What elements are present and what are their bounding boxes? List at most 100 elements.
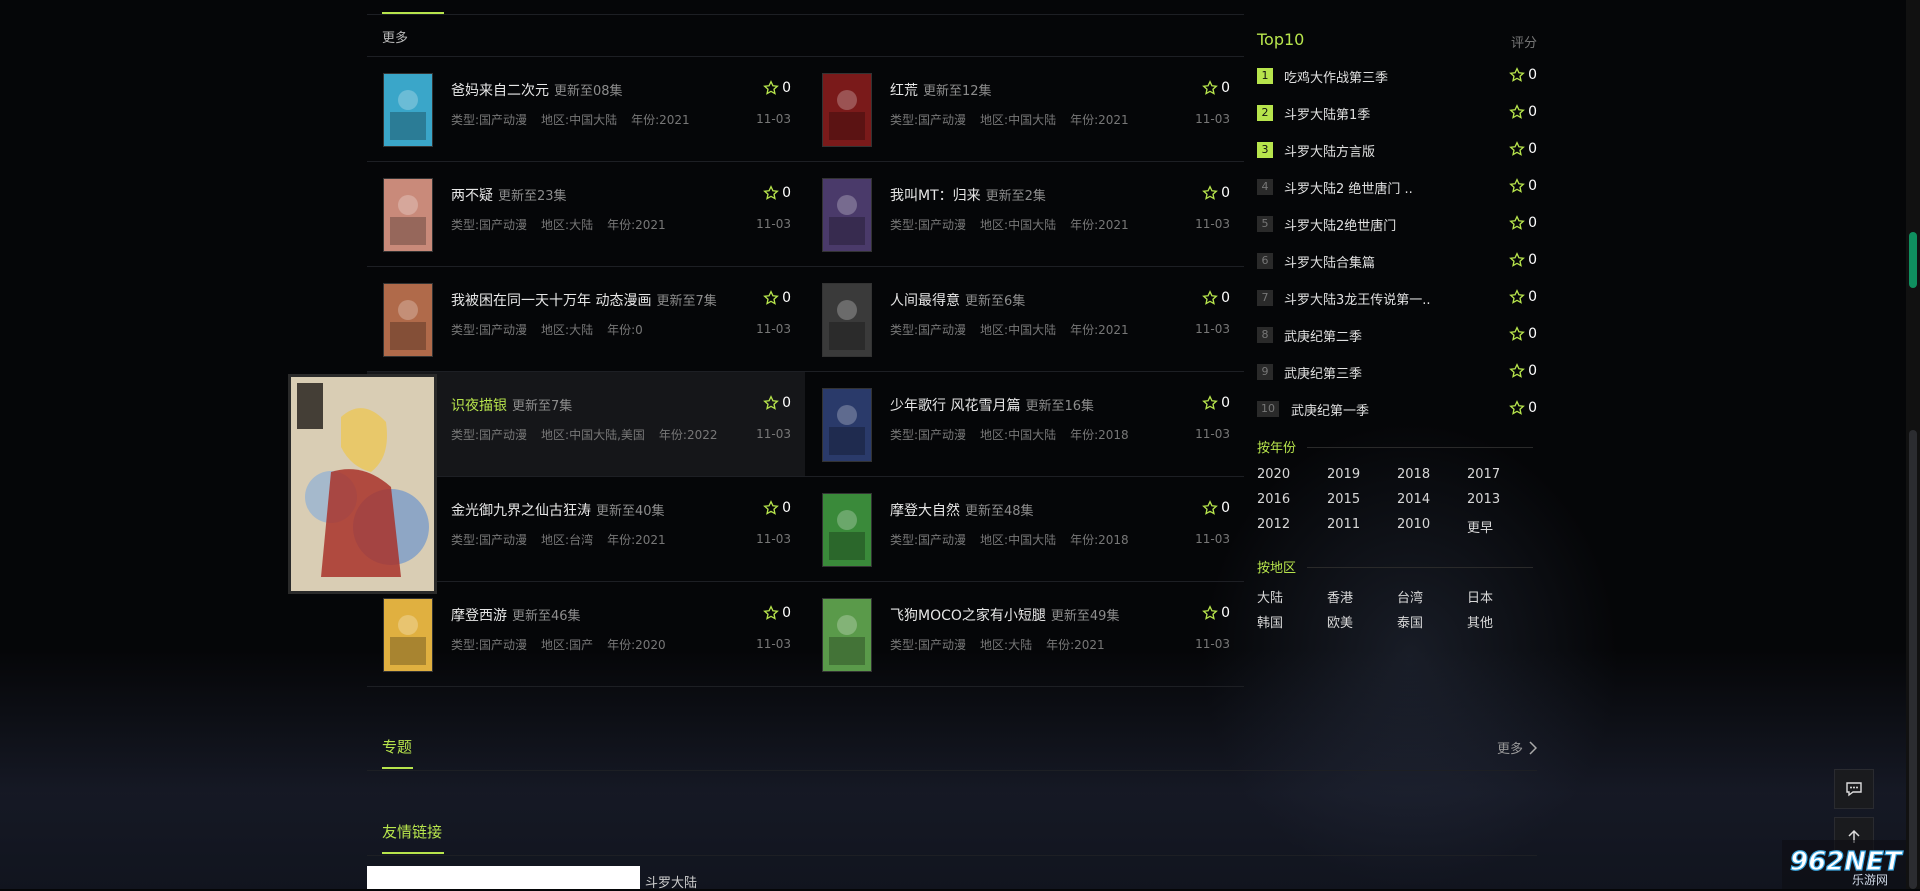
year-filter-link[interactable]: 2018	[1397, 467, 1430, 482]
item-title-row[interactable]: 爸妈来自二次元 更新至08集	[451, 80, 623, 100]
tab-underline	[382, 12, 444, 14]
topic-title[interactable]: 专题	[382, 736, 412, 757]
poster-thumbnail[interactable]	[383, 73, 433, 147]
list-item[interactable]: 爸妈来自二次元 更新至08集 类型:国产动漫 地区:中国大陆 年份:2021 0 11-03	[367, 57, 805, 161]
more-link[interactable]: 更多	[382, 27, 408, 46]
region-filter-link[interactable]: 香港	[1327, 587, 1353, 606]
comment-button[interactable]	[1834, 769, 1874, 809]
rank-title[interactable]: 斗罗大陆2绝世唐门	[1284, 215, 1396, 234]
list-item[interactable]: 摩登大自然 更新至48集 类型:国产动漫 地区:中国大陆 年份:2018 0 11-03	[806, 477, 1244, 581]
item-title[interactable]: 飞狗MOCO之家有小短腿	[890, 608, 1046, 624]
list-item[interactable]: 我被困在同一天十万年 动态漫画 更新至7集 类型:国产动漫 地区:大陆 年份:0 0 11-…	[367, 267, 805, 371]
list-item[interactable]: 飞狗MOCO之家有小短腿 更新至49集 类型:国产动漫 地区:大陆 年份:2021 0 11…	[806, 582, 1244, 686]
list-item[interactable]: 少年歌行 风花雪月篇 更新至16集 类型:国产动漫 地区:中国大陆 年份:2018 0 11…	[806, 372, 1244, 476]
year-filter-link[interactable]: 2014	[1397, 492, 1430, 507]
item-update: 更新至7集	[512, 399, 573, 414]
item-title[interactable]: 少年歌行 风花雪月篇	[890, 398, 1020, 414]
item-title-row[interactable]: 摩登西游 更新至46集	[451, 605, 581, 625]
year-filter-link[interactable]: 2013	[1467, 492, 1500, 507]
rank-item[interactable]: 9 武庚纪第三季 0	[1257, 357, 1537, 387]
topic-more-link[interactable]: 更多	[1497, 738, 1537, 757]
rank-title[interactable]: 斗罗大陆第1季	[1284, 104, 1370, 123]
poster-thumbnail[interactable]	[383, 598, 433, 672]
region-filter-link[interactable]: 大陆	[1257, 587, 1283, 606]
list-item[interactable]: 摩登西游 更新至46集 类型:国产动漫 地区:国产 年份:2020 0 11-03	[367, 582, 805, 686]
year-filter-link[interactable]: 2015	[1327, 492, 1360, 507]
item-title-row[interactable]: 我被困在同一天十万年 动态漫画 更新至7集	[451, 290, 717, 310]
year-filter-link[interactable]: 更早	[1467, 517, 1493, 536]
rank-item[interactable]: 7 斗罗大陆3龙王传说第一.. 0	[1257, 283, 1537, 313]
rank-item[interactable]: 5 斗罗大陆2绝世唐门 0	[1257, 209, 1537, 239]
year-filter-link[interactable]: 2019	[1327, 467, 1360, 482]
region-filter-link[interactable]: 欧美	[1327, 612, 1353, 631]
rank-title[interactable]: 吃鸡大作战第三季	[1284, 67, 1388, 86]
rank-item[interactable]: 10 武庚纪第一季 0	[1257, 394, 1537, 424]
rank-title[interactable]: 斗罗大陆3龙王传说第一..	[1284, 289, 1431, 308]
rank-title[interactable]: 武庚纪第三季	[1284, 363, 1362, 382]
year-filter-link[interactable]: 2012	[1257, 517, 1290, 532]
list-item[interactable]: 我叫MT：归来 更新至2集 类型:国产动漫 地区:中国大陆 年份:2021 0 11-03	[806, 162, 1244, 266]
scrollbar-thumb[interactable]	[1909, 430, 1917, 889]
item-date: 11-03	[1195, 637, 1230, 651]
region-filter-link[interactable]: 台湾	[1397, 587, 1423, 606]
rank-title[interactable]: 斗罗大陆合集篇	[1284, 252, 1375, 271]
rank-item[interactable]: 2 斗罗大陆第1季 0	[1257, 98, 1537, 128]
region-filter-link[interactable]: 韩国	[1257, 612, 1283, 631]
year-filter-link[interactable]: 2016	[1257, 492, 1290, 507]
year-filter-link[interactable]: 2020	[1257, 467, 1290, 482]
item-title[interactable]: 人间最得意	[890, 293, 960, 309]
poster-thumbnail[interactable]	[822, 178, 872, 252]
item-title-row[interactable]: 少年歌行 风花雪月篇 更新至16集	[890, 395, 1094, 415]
rank-item[interactable]: 1 吃鸡大作战第三季 0	[1257, 61, 1537, 91]
rank-item[interactable]: 8 武庚纪第二季 0	[1257, 320, 1537, 350]
item-title[interactable]: 爸妈来自二次元	[451, 83, 549, 99]
item-type: 类型:国产动漫	[890, 428, 967, 442]
rank-item[interactable]: 3 斗罗大陆方言版 0	[1257, 135, 1537, 165]
item-title[interactable]: 红荒	[890, 83, 918, 99]
item-title[interactable]: 两不疑	[451, 188, 493, 204]
item-title-row[interactable]: 红荒 更新至12集	[890, 80, 992, 100]
hover-poster-preview[interactable]	[288, 374, 437, 594]
item-title[interactable]: 我叫MT：归来	[890, 188, 981, 204]
poster-thumbnail[interactable]	[822, 73, 872, 147]
friend-link[interactable]: 斗罗大陆	[645, 872, 697, 891]
poster-thumbnail[interactable]	[822, 388, 872, 462]
region-filter-link[interactable]: 泰国	[1397, 612, 1423, 631]
poster-thumbnail[interactable]	[822, 598, 872, 672]
item-title-row[interactable]: 我叫MT：归来 更新至2集	[890, 185, 1046, 205]
item-title-row[interactable]: 摩登大自然 更新至48集	[890, 500, 1034, 520]
scroll-indicator[interactable]	[1909, 232, 1917, 288]
rank-title[interactable]: 斗罗大陆2 绝世唐门 ..	[1284, 178, 1413, 197]
item-title[interactable]: 摩登西游	[451, 608, 507, 624]
year-filter-link[interactable]: 2010	[1397, 517, 1430, 532]
poster-thumbnail[interactable]	[383, 178, 433, 252]
item-score: 0	[763, 80, 791, 96]
poster-thumbnail[interactable]	[822, 493, 872, 567]
item-type: 类型:国产动漫	[451, 638, 528, 652]
year-filter-link[interactable]: 2011	[1327, 517, 1360, 532]
list-item[interactable]: 两不疑 更新至23集 类型:国产动漫 地区:大陆 年份:2021 0 11-03	[367, 162, 805, 266]
region-filter-link[interactable]: 其他	[1467, 612, 1493, 631]
rank-title[interactable]: 武庚纪第二季	[1284, 326, 1362, 345]
item-title[interactable]: 摩登大自然	[890, 503, 960, 519]
list-item[interactable]: 红荒 更新至12集 类型:国产动漫 地区:中国大陆 年份:2021 0 11-03	[806, 57, 1244, 161]
item-title[interactable]: 金光御九界之仙古狂涛	[451, 503, 591, 519]
list-item[interactable]: 人间最得意 更新至6集 类型:国产动漫 地区:中国大陆 年份:2021 0 11-03	[806, 267, 1244, 371]
rank-title[interactable]: 武庚纪第一季	[1291, 400, 1369, 419]
item-meta: 类型:国产动漫 地区:中国大陆 年份:2021	[890, 216, 1143, 233]
item-title[interactable]: 识夜描银	[451, 398, 507, 414]
rank-item[interactable]: 4 斗罗大陆2 绝世唐门 .. 0	[1257, 172, 1537, 202]
rank-item[interactable]: 6 斗罗大陆合集篇 0	[1257, 246, 1537, 276]
item-title-row[interactable]: 人间最得意 更新至6集	[890, 290, 1025, 310]
poster-thumbnail[interactable]	[822, 283, 872, 357]
item-title-row[interactable]: 识夜描银 更新至7集	[451, 395, 572, 415]
rank-title[interactable]: 斗罗大陆方言版	[1284, 141, 1375, 160]
item-title-row[interactable]: 飞狗MOCO之家有小短腿 更新至49集	[890, 605, 1119, 625]
poster-thumbnail[interactable]	[383, 283, 433, 357]
item-title-row[interactable]: 两不疑 更新至23集	[451, 185, 567, 205]
year-filter-link[interactable]: 2017	[1467, 467, 1500, 482]
region-filter-link[interactable]: 日本	[1467, 587, 1493, 606]
star-icon	[1509, 215, 1525, 230]
item-title[interactable]: 我被困在同一天十万年 动态漫画	[451, 293, 651, 309]
item-title-row[interactable]: 金光御九界之仙古狂涛 更新至40集	[451, 500, 665, 520]
